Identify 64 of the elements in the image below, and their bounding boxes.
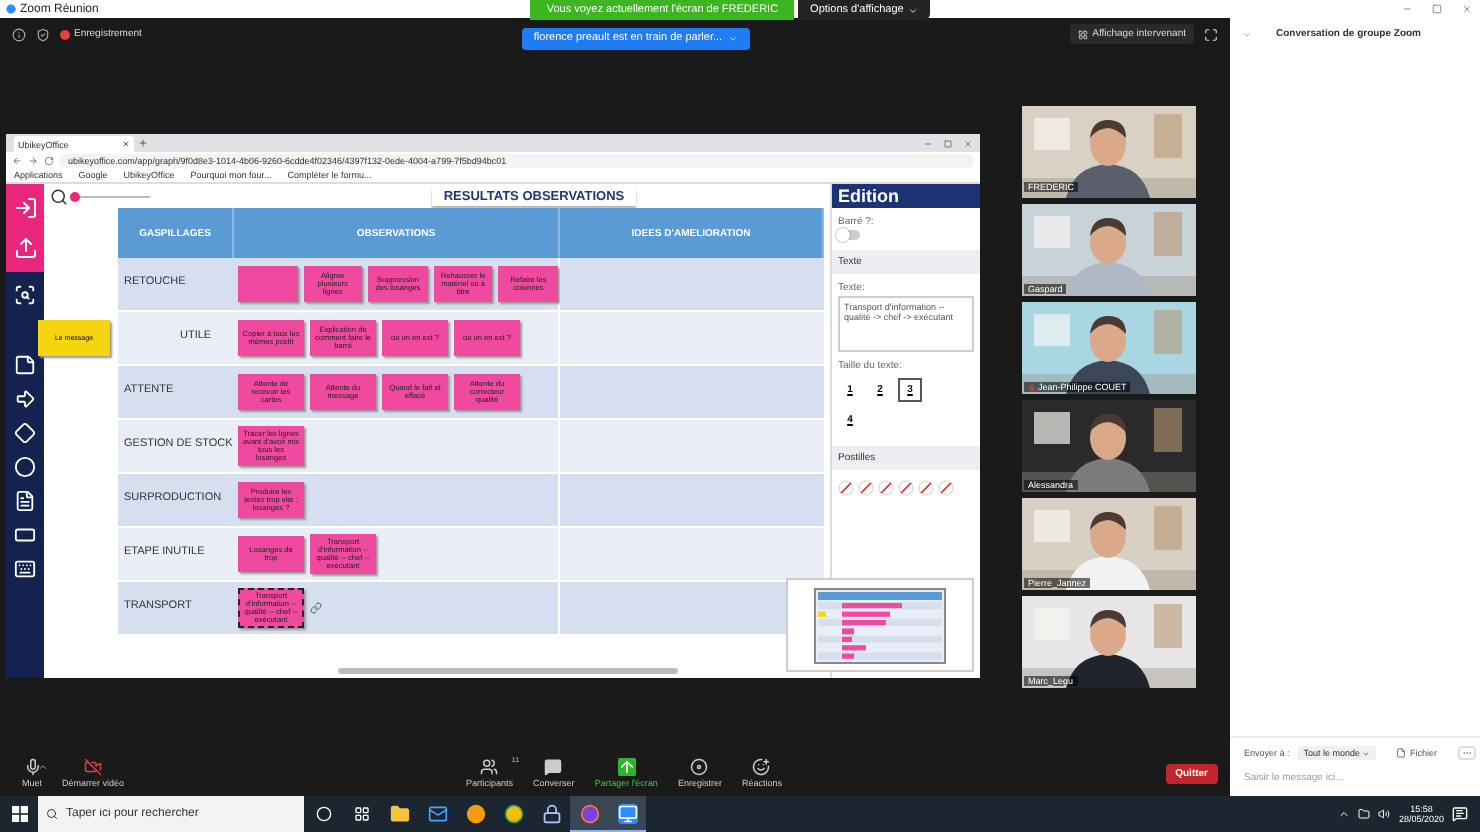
scroll-bar[interactable] bbox=[338, 668, 678, 674]
globe-icon bbox=[579, 803, 599, 823]
record-dot-icon bbox=[60, 29, 70, 39]
caret-icon bbox=[728, 33, 739, 43]
grid-icon bbox=[1078, 29, 1089, 39]
note-icon[interactable] bbox=[14, 354, 36, 376]
circle-icon bbox=[503, 804, 523, 824]
shield-icon[interactable] bbox=[36, 27, 50, 41]
diamond-icon[interactable] bbox=[14, 422, 36, 444]
back-icon[interactable] bbox=[12, 155, 22, 165]
muted-microphone-icon bbox=[1028, 383, 1036, 391]
no-dot-icon[interactable] bbox=[858, 480, 874, 496]
taskbar-app[interactable] bbox=[570, 796, 608, 832]
caret-icon bbox=[907, 5, 918, 15]
fullscreen-icon[interactable] bbox=[1204, 27, 1218, 41]
video-camera-icon bbox=[617, 803, 637, 823]
taskbar-app[interactable] bbox=[608, 796, 646, 832]
forward-icon[interactable] bbox=[28, 155, 38, 165]
link-icon[interactable] bbox=[310, 602, 322, 614]
file-icon bbox=[1396, 748, 1407, 758]
document-icon[interactable] bbox=[14, 490, 36, 512]
new-tab-icon[interactable] bbox=[138, 138, 148, 148]
record-icon bbox=[690, 758, 709, 776]
keyboard-icon[interactable] bbox=[14, 558, 36, 580]
arrow-icon[interactable] bbox=[14, 388, 36, 410]
microphone-icon bbox=[23, 758, 41, 776]
circle-icon bbox=[315, 806, 331, 822]
speaker-icon[interactable] bbox=[1378, 808, 1391, 820]
slider-thumb[interactable] bbox=[70, 192, 80, 202]
share-screen-icon bbox=[617, 758, 636, 776]
restore-icon[interactable] bbox=[1432, 4, 1442, 14]
grid-icon bbox=[353, 806, 369, 822]
people-icon bbox=[480, 758, 499, 776]
circle-icon bbox=[465, 804, 485, 824]
folder-icon bbox=[389, 804, 409, 824]
app-logo-icon bbox=[6, 4, 16, 14]
focus-icon[interactable] bbox=[14, 284, 36, 306]
speech-bubble-icon bbox=[544, 758, 563, 776]
ellipse-icon[interactable] bbox=[14, 456, 36, 478]
envelope-icon bbox=[427, 804, 447, 824]
no-dot-icon[interactable] bbox=[918, 480, 934, 496]
notifications-icon[interactable] bbox=[1452, 806, 1468, 822]
caret-icon[interactable] bbox=[38, 762, 49, 772]
panel-title: Edition bbox=[832, 184, 980, 208]
no-dot-icon[interactable] bbox=[938, 480, 954, 496]
minimap-drawing[interactable] bbox=[814, 587, 946, 663]
exit-icon[interactable] bbox=[13, 196, 37, 220]
windows-logo-icon bbox=[11, 806, 27, 822]
zoom-icon[interactable] bbox=[50, 188, 68, 206]
upload-icon[interactable] bbox=[13, 236, 37, 260]
lock-icon bbox=[541, 804, 561, 824]
maximize-icon[interactable] bbox=[944, 139, 952, 147]
rectangle-icon[interactable] bbox=[14, 524, 36, 546]
info-icon[interactable] bbox=[12, 27, 26, 41]
folder-icon[interactable] bbox=[1358, 808, 1371, 820]
smiley-icon bbox=[752, 758, 771, 776]
caret-icon[interactable] bbox=[1338, 808, 1351, 820]
reload-icon[interactable] bbox=[44, 155, 54, 165]
no-dot-icon[interactable] bbox=[878, 480, 894, 496]
no-dot-icon[interactable] bbox=[838, 480, 854, 496]
no-dot-icon[interactable] bbox=[898, 480, 914, 496]
search-icon bbox=[46, 808, 58, 820]
toggle-switch[interactable] bbox=[838, 230, 860, 240]
video-off-icon bbox=[84, 758, 103, 776]
